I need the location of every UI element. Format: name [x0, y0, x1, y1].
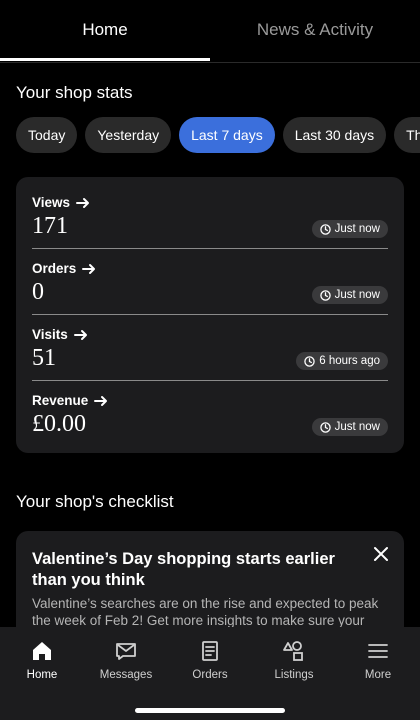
stat-orders[interactable]: Orders 0 Just now [32, 243, 388, 309]
stat-revenue-updated-badge: Just now [311, 418, 388, 436]
nav-messages-label: Messages [99, 669, 153, 681]
checklist-card-body: Valentine’s searches are on the rise and… [32, 596, 379, 628]
home-indicator[interactable] [135, 708, 285, 713]
nav-listings-label: Listings [274, 669, 314, 681]
stat-views-updated-badge: Just now [311, 220, 388, 238]
filter-chip-this[interactable]: This [394, 117, 420, 153]
nav-more-label: More [364, 669, 392, 681]
stat-revenue-label-row: Revenue [32, 393, 108, 408]
filter-chip-last-7-days[interactable]: Last 7 days [179, 117, 275, 153]
arrow-right-icon [73, 329, 87, 340]
checklist-title: Your shop's checklist [16, 492, 174, 511]
nav-orders-label: Orders [192, 669, 228, 681]
stat-visits-label: Visits [32, 327, 68, 342]
filter-chip-today[interactable]: Today [16, 117, 78, 153]
stat-views[interactable]: Views 171 Just now [32, 177, 388, 243]
stat-views-value: 171 [32, 213, 68, 239]
active-tab-indicator [0, 58, 210, 61]
arrow-right-icon [94, 395, 108, 406]
clock-icon [304, 355, 315, 367]
checklist-card-title: Valentine’s Day shopping starts earlier … [32, 550, 335, 589]
stat-revenue-updated: Just now [334, 421, 380, 433]
clock-icon [319, 421, 331, 433]
tab-news-activity[interactable]: News & Activity [210, 0, 420, 60]
stat-visits-updated: 6 hours ago [319, 355, 380, 367]
arrow-right-icon [82, 263, 96, 274]
tab-home-label: Home [82, 20, 128, 39]
stat-revenue-label: Revenue [32, 393, 89, 408]
stat-visits[interactable]: Visits 51 6 hours ago [32, 309, 388, 375]
menu-icon [368, 644, 388, 658]
home-icon [33, 642, 51, 660]
stat-revenue-value: £0.00 [32, 411, 86, 437]
nav-more[interactable]: More [336, 639, 420, 681]
stat-views-updated: Just now [334, 223, 380, 235]
messages-icon [116, 643, 136, 660]
stat-views-label-row: Views [32, 195, 90, 210]
listings-icon [283, 641, 303, 661]
shop-stats-title: Your shop stats [16, 83, 133, 102]
date-filter-scroller[interactable]: Today Yesterday Last 7 days Last 30 days… [0, 117, 420, 153]
stat-revenue[interactable]: Revenue £0.00 Just now [32, 375, 388, 441]
stat-views-label: Views [32, 195, 71, 210]
stat-orders-label-row: Orders [32, 261, 96, 276]
stat-visits-label-row: Visits [32, 327, 88, 342]
filter-chip-yesterday[interactable]: Yesterday [85, 117, 172, 153]
tab-home[interactable]: Home [0, 0, 210, 60]
clock-icon [319, 223, 331, 235]
stat-visits-updated-badge: 6 hours ago [296, 352, 388, 370]
close-icon[interactable] [372, 545, 390, 563]
date-filter-chips: Today Yesterday Last 7 days Last 30 days… [16, 117, 420, 153]
clock-icon [319, 289, 331, 301]
tab-news-activity-label: News & Activity [256, 20, 374, 39]
arrow-right-icon [76, 197, 90, 208]
bottom-nav: Home Messages Orders Listings More [0, 627, 420, 720]
nav-home[interactable]: Home [0, 639, 84, 681]
orders-icon [202, 641, 218, 661]
filter-chip-last-30-days[interactable]: Last 30 days [282, 117, 387, 153]
nav-listings[interactable]: Listings [252, 639, 336, 681]
top-tabs: Home News & Activity [0, 0, 420, 63]
stat-orders-updated: Just now [334, 289, 380, 301]
stat-orders-label: Orders [32, 261, 77, 276]
nav-messages[interactable]: Messages [84, 639, 168, 681]
stat-visits-value: 51 [32, 345, 56, 371]
stats-card: Views 171 Just now Orders 0 Just now Vis… [16, 177, 404, 453]
nav-orders[interactable]: Orders [168, 639, 252, 681]
nav-home-label: Home [26, 669, 58, 681]
stat-orders-value: 0 [32, 279, 44, 305]
stat-orders-updated-badge: Just now [311, 286, 388, 304]
